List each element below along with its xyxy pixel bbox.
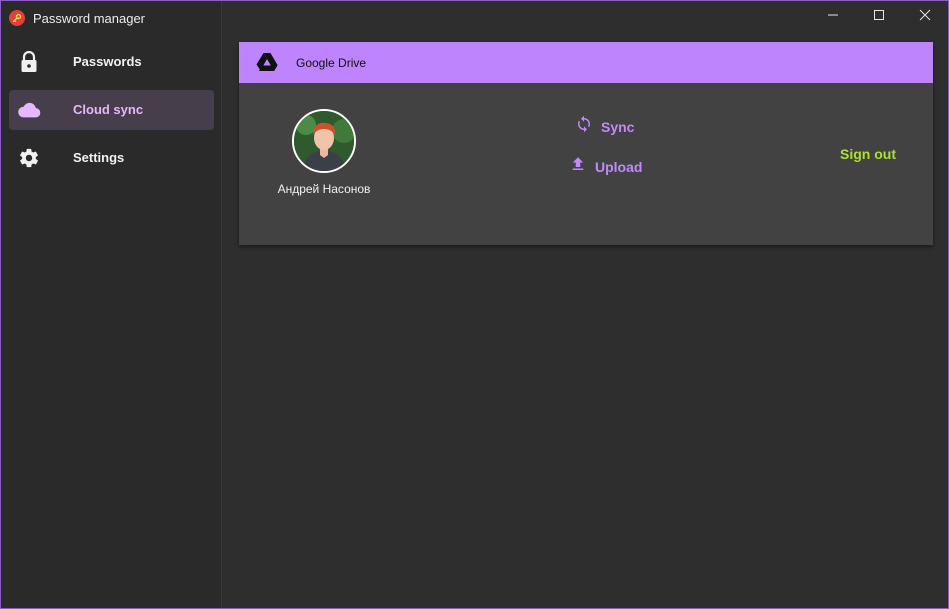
minimize-icon [827, 8, 839, 26]
sidebar-item-label: Cloud sync [73, 102, 144, 117]
sync-button[interactable]: Sync [575, 115, 634, 138]
app-window: Password manager Passwords Cloud sync Se… [0, 0, 949, 609]
app-title-bar: Password manager [9, 8, 145, 28]
user-name: Андрей Насонов [277, 182, 371, 196]
cloud-icon [17, 98, 41, 122]
lock-icon [17, 50, 41, 74]
sidebar: Password manager Passwords Cloud sync Se… [1, 1, 222, 608]
upload-button[interactable]: Upload [569, 155, 642, 178]
upload-label: Upload [595, 158, 643, 175]
avatar [292, 109, 356, 173]
close-icon [919, 8, 931, 26]
minimize-button[interactable] [810, 1, 856, 33]
sidebar-item-label: Settings [73, 150, 125, 165]
google-drive-icon [256, 52, 278, 72]
cloud-provider-card: Google Drive Андрей Насонов Sync Upload … [239, 42, 933, 245]
sidebar-item-passwords[interactable]: Passwords [9, 42, 214, 82]
sidebar-item-cloud-sync[interactable]: Cloud sync [9, 90, 214, 130]
sync-icon [575, 115, 593, 138]
upload-icon [569, 155, 587, 178]
sidebar-item-label: Passwords [73, 54, 142, 69]
provider-name: Google Drive [296, 56, 367, 70]
app-title: Password manager [33, 10, 145, 26]
sidebar-item-settings[interactable]: Settings [9, 138, 214, 178]
close-button[interactable] [902, 1, 948, 33]
gear-icon [17, 146, 41, 170]
sync-label: Sync [601, 118, 635, 135]
card-header: Google Drive [239, 42, 933, 83]
key-logo-icon [9, 10, 25, 26]
maximize-button[interactable] [856, 1, 902, 33]
sign-out-button[interactable]: Sign out [840, 146, 896, 162]
maximize-icon [873, 8, 885, 26]
